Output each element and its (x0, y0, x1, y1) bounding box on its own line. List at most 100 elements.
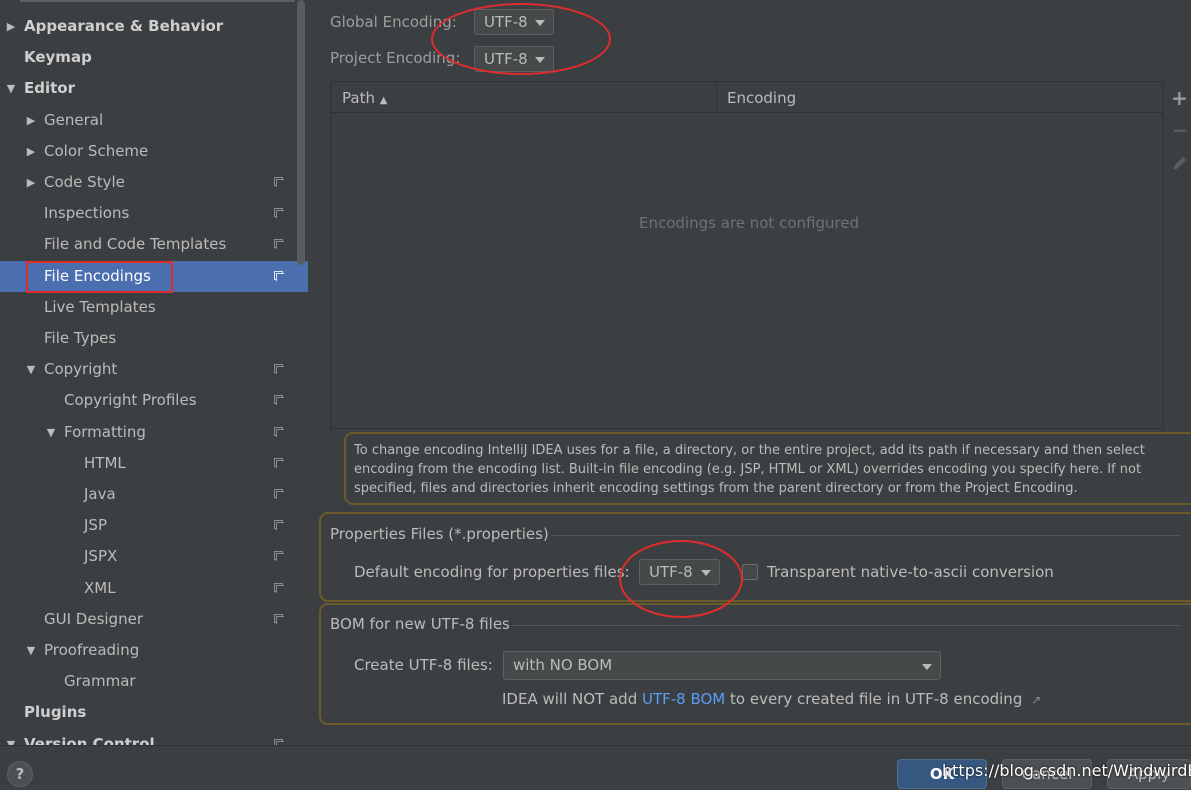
project-scope-icon (274, 551, 284, 562)
sidebar-item-label: Formatting (64, 422, 146, 441)
expand-right-icon[interactable]: ▶ (24, 136, 38, 167)
project-scope-icon (274, 426, 284, 437)
sidebar-item[interactable]: ▶ Appearance & Behavior (0, 11, 308, 42)
default-properties-encoding-label: Default encoding for properties files: (354, 563, 630, 581)
sidebar-item-label: Appearance & Behavior (24, 17, 224, 35)
create-utf8-combo[interactable]: with NO BOM (503, 651, 941, 680)
sidebar-item-label: Keymap (24, 48, 92, 67)
chevron-down-icon (922, 664, 932, 670)
path-encoding-table: Path ▲ Encoding Encodings are not config… (330, 81, 1164, 429)
sidebar-item[interactable]: ▼ Copyright (0, 354, 308, 385)
utf8-bom-link[interactable]: UTF-8 BOM (642, 690, 725, 708)
expand-down-icon[interactable]: ▼ (24, 354, 38, 385)
sidebar-item-label: XML (84, 578, 116, 597)
edit-icon[interactable] (1171, 154, 1189, 172)
bom-note: IDEA will NOT add UTF-8 BOM to every cre… (502, 690, 1041, 708)
watermark: https://blog.csdn.net/WindwirdBird (942, 761, 1191, 780)
sidebar-item[interactable]: ▶ General (0, 105, 308, 136)
sidebar-item[interactable]: Live Templates (0, 292, 308, 323)
sidebar-item-label: Live Templates (44, 297, 156, 316)
sidebar-item[interactable]: GUI Designer (0, 604, 308, 635)
project-scope-icon (274, 270, 284, 281)
sidebar-item[interactable]: ▶ Color Scheme (0, 136, 308, 167)
create-utf8-value: with NO BOM (513, 656, 613, 674)
project-scope-icon (274, 239, 284, 250)
sidebar-item[interactable]: HTML (0, 448, 308, 479)
sidebar-item[interactable]: Keymap (0, 42, 308, 73)
sidebar-item-label: Inspections (44, 204, 130, 223)
sidebar-item-label: Java (84, 485, 116, 503)
annotation-rect-file-encodings (26, 261, 173, 293)
sidebar-item-label: JSP (84, 516, 107, 535)
expand-down-icon[interactable]: ▼ (24, 635, 38, 666)
tree-top-divider (20, 0, 295, 2)
properties-group-title: Properties Files (*.properties) (330, 525, 549, 543)
expand-right-icon[interactable]: ▶ (24, 105, 38, 136)
sidebar-item[interactable]: Plugins (0, 697, 308, 728)
bom-note-prefix: IDEA will NOT add (502, 690, 642, 708)
sidebar-item-label: Plugins (24, 703, 87, 722)
sidebar-item[interactable]: File Types (0, 323, 308, 354)
sidebar-item[interactable]: Inspections (0, 198, 308, 229)
sidebar-item[interactable]: ▼ Proofreading (0, 635, 308, 666)
external-link-icon: ↗ (1031, 693, 1042, 707)
sidebar-item[interactable]: JSP (0, 510, 308, 541)
project-scope-icon (274, 177, 284, 187)
sidebar-scrollbar[interactable] (297, 0, 305, 265)
project-scope-icon (274, 395, 284, 406)
sidebar-item[interactable]: ▼ Formatting (0, 417, 308, 448)
expand-right-icon[interactable]: ▶ (4, 11, 18, 42)
project-scope-icon (274, 364, 284, 375)
sidebar-item-label: Proofreading (44, 641, 140, 659)
sidebar-item-label: File and Code Templates (44, 235, 227, 254)
annotation-ellipse-properties (619, 540, 743, 618)
table-header: Path ▲ Encoding (331, 82, 1163, 113)
add-icon[interactable]: + (1171, 86, 1188, 110)
transparent-conversion-checkbox[interactable] (742, 564, 758, 580)
annotation-ellipse-global (431, 3, 611, 75)
sidebar-item-label: Color Scheme (44, 141, 149, 160)
sidebar-item-label: Copyright Profiles (64, 391, 197, 410)
expand-down-icon[interactable]: ▼ (44, 417, 58, 448)
sidebar-item-label: General (44, 110, 104, 129)
sidebar-item-label: JSPX (84, 547, 118, 566)
settings-tree: ▶ Appearance & Behavior Keymap ▼ Editor ▶ Gene… (0, 0, 308, 745)
group-divider (512, 625, 1181, 626)
sidebar-item[interactable]: XML (0, 573, 308, 604)
project-scope-icon (274, 208, 284, 219)
transparent-conversion-label: Transparent native-to-ascii conversion (767, 563, 1054, 581)
sidebar-item-label: Editor (24, 79, 75, 98)
sidebar-item-label: File Types (44, 329, 117, 347)
sidebar-item-label: GUI Designer (44, 609, 143, 628)
sidebar-item[interactable]: File and Code Templates (0, 229, 308, 260)
sidebar-item[interactable]: ▼ Version Control (0, 729, 308, 745)
column-header-encoding[interactable]: Encoding (727, 89, 796, 107)
project-scope-icon (274, 582, 284, 593)
sidebar-item[interactable]: Java (0, 479, 308, 510)
remove-icon[interactable]: − (1172, 118, 1189, 142)
help-button[interactable]: ? (7, 761, 33, 787)
sidebar-item[interactable]: Copyright Profiles (0, 385, 308, 416)
sidebar-item[interactable]: ▼ Editor (0, 73, 308, 104)
sidebar-item[interactable]: Grammar (0, 666, 308, 697)
sidebar-item-label: Grammar (64, 672, 136, 691)
expand-down-icon[interactable]: ▼ (4, 73, 18, 104)
create-utf8-label: Create UTF-8 files: (354, 656, 493, 674)
bom-note-suffix: to every created file in UTF-8 encoding (725, 690, 1023, 708)
encoding-info-box: To change encoding IntelliJ IDEA uses fo… (344, 432, 1191, 505)
project-scope-icon (274, 613, 284, 624)
sidebar-item-label: Copyright (44, 360, 118, 379)
project-scope-icon (274, 489, 284, 499)
table-body: Encodings are not configured (331, 113, 1163, 428)
sidebar-item-label: Version Control (24, 734, 155, 745)
sort-ascending-icon: ▲ (379, 95, 388, 106)
table-empty-text: Encodings are not configured (639, 214, 860, 232)
column-header-path[interactable]: Path ▲ (342, 89, 387, 107)
sidebar-item-label: Code Style (44, 173, 125, 191)
sidebar-item[interactable]: JSPX (0, 541, 308, 572)
sidebar-item[interactable]: ▶ Code Style (0, 167, 308, 198)
encoding-info-text: To change encoding IntelliJ IDEA uses fo… (354, 443, 1145, 496)
expand-right-icon[interactable]: ▶ (24, 167, 38, 198)
bom-group-title: BOM for new UTF-8 files (330, 615, 510, 633)
expand-down-icon[interactable]: ▼ (4, 729, 18, 745)
